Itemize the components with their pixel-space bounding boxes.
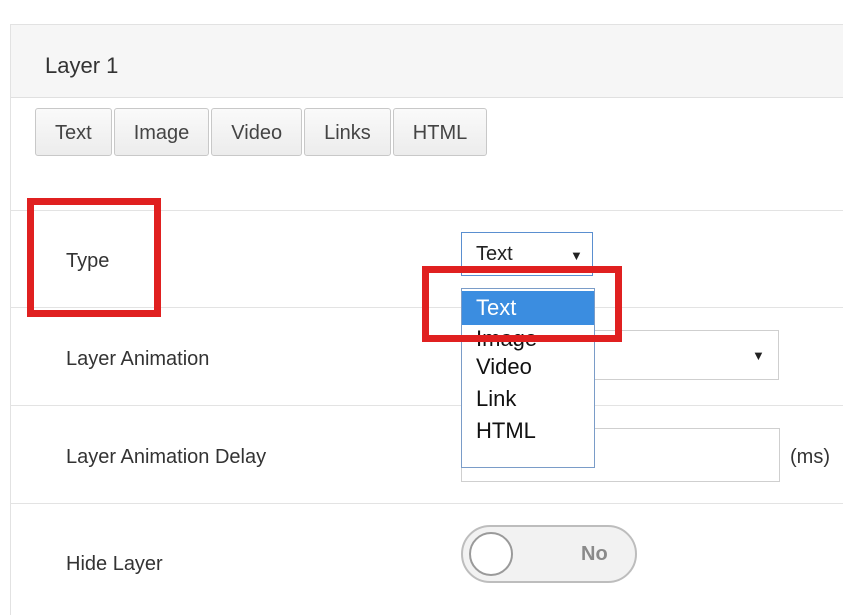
tab-bar: Text Image Video Links HTML xyxy=(35,108,489,156)
tab-image[interactable]: Image xyxy=(113,108,210,156)
tab-video[interactable]: Video xyxy=(211,108,303,156)
tab-text[interactable]: Text xyxy=(35,108,112,156)
divider xyxy=(10,503,843,504)
layer-animation-label: Layer Animation xyxy=(66,348,210,370)
highlight-box-type xyxy=(27,198,161,317)
divider xyxy=(10,405,843,406)
dropdown-option-html[interactable]: HTML xyxy=(462,415,594,447)
hide-layer-label: Hide Layer xyxy=(66,553,163,575)
dropdown-arrow-icon: ▼ xyxy=(752,348,765,363)
toggle-state-label: No xyxy=(581,543,608,565)
type-select-value: Text xyxy=(476,243,513,265)
tab-links[interactable]: Links xyxy=(304,108,391,156)
layer-animation-delay-label: Layer Animation Delay xyxy=(66,446,267,468)
tab-html[interactable]: HTML xyxy=(392,108,488,156)
dropdown-option-video[interactable]: Video xyxy=(462,351,594,383)
dropdown-option-link[interactable]: Link xyxy=(462,383,594,415)
hide-layer-toggle[interactable]: No xyxy=(461,525,637,583)
toggle-knob xyxy=(469,532,513,576)
highlight-box-option xyxy=(422,266,622,342)
panel-header: Layer 1 xyxy=(11,25,843,98)
delay-unit-label: (ms) xyxy=(790,446,830,468)
dropdown-arrow-icon: ▼ xyxy=(570,248,583,263)
panel-title: Layer 1 xyxy=(45,53,119,78)
